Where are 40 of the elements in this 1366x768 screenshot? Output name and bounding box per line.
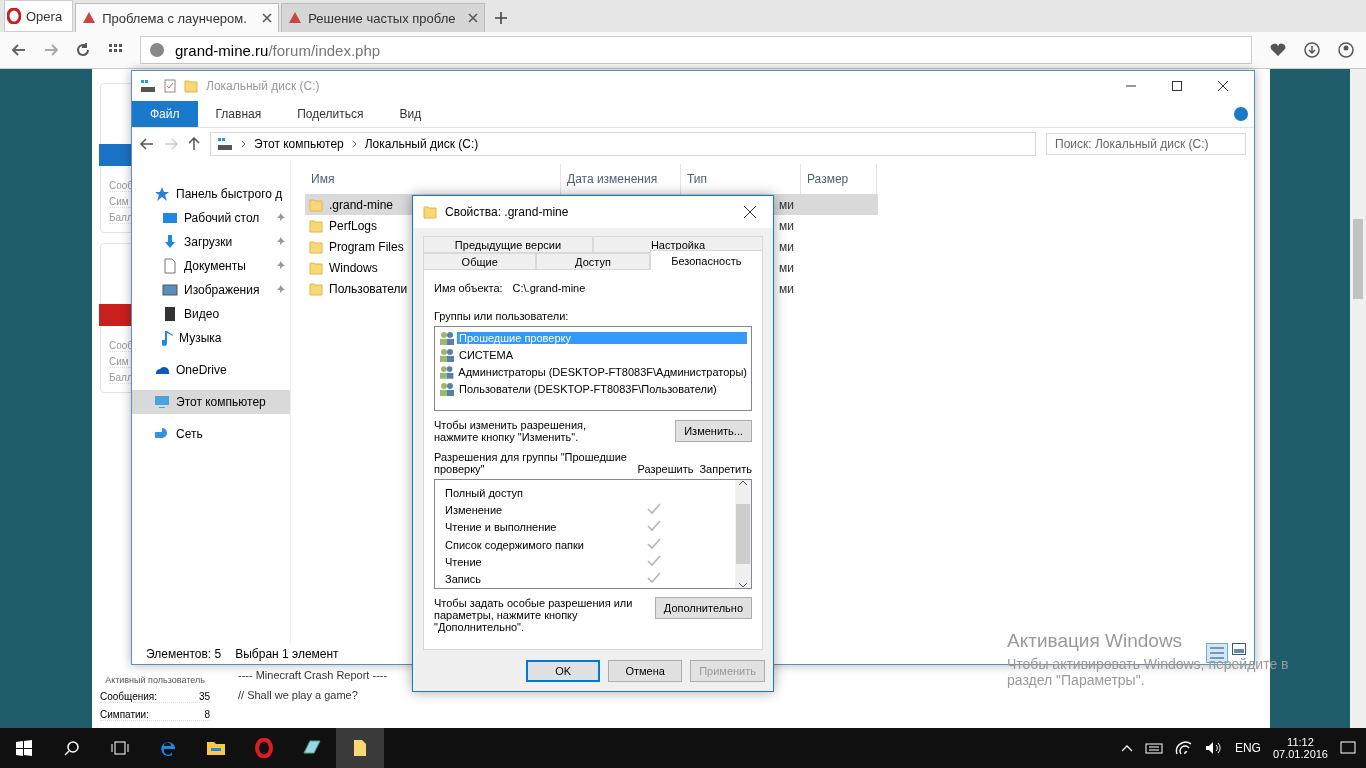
permissions-label: Разрешения для группы "Прошедшие проверку" xyxy=(434,451,628,475)
field-label: Имя объекта: xyxy=(434,282,503,294)
file-type: ми xyxy=(779,218,794,233)
url-text: grand-mine.ru/forum/index.php xyxy=(175,41,381,59)
status-text: Выбран 1 элемент xyxy=(235,647,339,661)
permission-name: Изменение xyxy=(445,504,504,516)
file-name: Пользователи xyxy=(329,281,408,296)
file-name: PerfLogs xyxy=(329,218,378,233)
dialog-title: Свойства: .grand-mine xyxy=(445,205,569,219)
window-title: Локальный диск (C:) xyxy=(206,79,320,93)
file-name: .grand-mine xyxy=(329,197,394,212)
object-path: C:\.grand-mine xyxy=(512,282,586,294)
permission-name: Запись xyxy=(445,573,483,586)
permission-name: Чтение xyxy=(445,555,483,568)
time-text: 11:12 xyxy=(1287,736,1314,748)
user-role: Активный пользователь xyxy=(104,675,206,685)
permission-name: Список содержимого папки xyxy=(445,538,585,551)
activation-title: Активация Windows xyxy=(1007,630,1183,652)
stat-value: 8 xyxy=(204,709,210,720)
browser-brand: Opera xyxy=(26,8,63,24)
column-label: Запретить xyxy=(699,463,752,475)
permission-name: Полный доступ xyxy=(445,486,525,499)
column-label: Разрешить xyxy=(637,463,694,475)
file-name: Program Files xyxy=(329,239,404,254)
hint-text: Чтобы задать особые разрешения или параметры, нажмите кнопку "Дополнительно". xyxy=(434,597,634,633)
file-name: Windows xyxy=(329,260,378,275)
date-text: 07.01.2016 xyxy=(1272,748,1328,760)
file-type: ми xyxy=(779,260,794,275)
stat-label: Симпатии: xyxy=(100,709,149,720)
stat-label: Сообщения: xyxy=(100,691,158,702)
field-label: Группы или пользователи: xyxy=(434,310,570,322)
stat-value: 35 xyxy=(198,691,210,702)
file-type: ми xyxy=(779,197,794,212)
hint-text: Чтобы изменить разрешения, нажмите кнопку "Изменить". xyxy=(434,419,588,443)
file-type: ми xyxy=(779,239,794,254)
permission-name: Чтение и выполнение xyxy=(445,521,558,534)
post-text: ---- Minecraft Crash Report ---- xyxy=(238,669,388,681)
post-text: // Shall we play a game? xyxy=(238,689,359,701)
file-type: ми xyxy=(779,281,794,296)
status-text: Элементов: 5 xyxy=(146,647,222,661)
